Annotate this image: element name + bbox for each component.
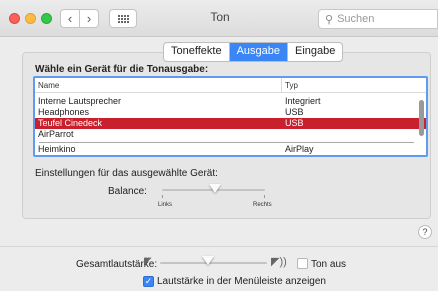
minimize-window-button[interactable] [25, 13, 36, 24]
settings-heading: Einstellungen für das ausgewählte Gerät: [35, 168, 218, 179]
window-titlebar: ‹ › Ton ⚲ Suchen [0, 0, 438, 37]
speaker-high-icon: ◤)) [271, 256, 287, 268]
footer-divider [0, 246, 438, 247]
tab-eingabe[interactable]: Eingabe [288, 43, 342, 61]
fullscreen-window-button[interactable] [41, 13, 52, 24]
speaker-low-icon: ◤ [144, 256, 152, 267]
search-placeholder: Suchen [337, 13, 375, 25]
tab-bar: Toneffekte Ausgabe Eingabe [163, 42, 344, 62]
forward-button[interactable]: › [79, 9, 99, 28]
back-button[interactable]: ‹ [60, 9, 80, 28]
device-name: Teufel Cinedeck [38, 118, 103, 128]
chevron-left-icon: ‹ [67, 11, 73, 26]
volume-slider-thumb[interactable] [202, 256, 214, 265]
device-name: Headphones [38, 107, 90, 117]
table-row[interactable]: AirParrot [35, 129, 426, 140]
table-scrollbar[interactable] [419, 100, 424, 136]
device-type: USB [285, 107, 304, 117]
search-icon: ⚲ [325, 13, 334, 26]
output-heading: Wähle ein Gerät für die Tonausgabe: [35, 64, 209, 75]
chevron-right-icon: › [86, 11, 92, 26]
balance-left-label: Links [158, 202, 173, 208]
balance-slider-thumb[interactable] [209, 184, 221, 193]
table-row[interactable]: Headphones USB [35, 107, 426, 118]
table-row[interactable]: Interne Lautsprecher Integriert [35, 96, 426, 107]
column-header-type[interactable]: Typ [285, 81, 298, 90]
device-type: Integriert [285, 96, 321, 106]
mute-label: Ton aus [311, 259, 347, 270]
tab-ausgabe[interactable]: Ausgabe [229, 43, 288, 61]
mute-checkbox[interactable] [297, 258, 308, 269]
tab-toneffekte[interactable]: Toneffekte [164, 43, 230, 61]
device-name: Interne Lautsprecher [38, 96, 122, 106]
balance-tick-left [162, 195, 163, 198]
window-title: Ton [210, 10, 230, 24]
table-row[interactable]: Heimkino AirPlay [35, 144, 426, 155]
column-header-name[interactable]: Name [38, 81, 59, 90]
close-window-button[interactable] [9, 13, 20, 24]
grid-icon [117, 14, 129, 23]
row-divider [39, 142, 414, 143]
table-row-selected[interactable]: Teufel Cinedeck USB [35, 118, 426, 129]
balance-label: Balance: [108, 186, 147, 197]
device-name: AirParrot [38, 129, 74, 139]
help-button[interactable]: ? [418, 225, 432, 239]
table-header: Name Typ [35, 78, 426, 93]
device-type: USB [285, 118, 304, 128]
menubar-volume-checkbox[interactable]: ✓ [143, 276, 154, 287]
device-name: Heimkino [38, 144, 76, 154]
device-table[interactable]: Name Typ Interne Lautsprecher Integriert… [33, 76, 428, 157]
show-all-button[interactable] [109, 9, 137, 28]
device-type: AirPlay [285, 144, 314, 154]
search-input[interactable]: ⚲ Suchen [318, 9, 438, 29]
balance-tick-right [264, 195, 265, 198]
menubar-volume-label: Lautstärke in der Menüleiste anzeigen [157, 276, 326, 287]
balance-right-label: Rechts [253, 202, 272, 208]
